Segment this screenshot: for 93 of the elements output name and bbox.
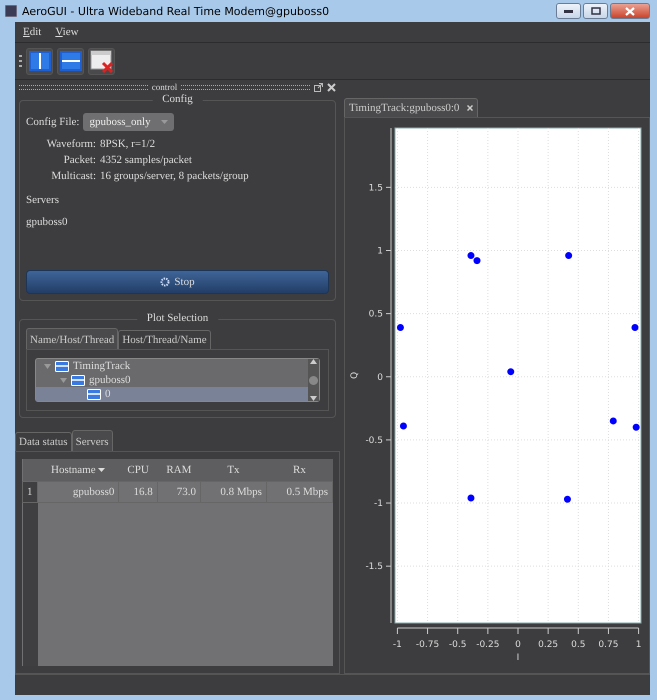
close-button[interactable] — [610, 3, 650, 19]
folder-icon — [71, 374, 85, 386]
tree-item-label: gpuboss0 — [89, 374, 131, 386]
rows-icon — [60, 51, 82, 71]
columns-icon — [28, 51, 50, 71]
field-label: Multicast: — [50, 170, 96, 182]
x-tick-label: 0.75 — [598, 640, 618, 650]
split-horizontal-button[interactable] — [57, 48, 84, 74]
maximize-button[interactable] — [583, 3, 608, 19]
data-point — [565, 252, 572, 260]
tree-item[interactable]: TimingTrack — [36, 359, 308, 373]
scroll-up-icon[interactable] — [310, 359, 317, 364]
y-tick-label: -1.5 — [365, 562, 383, 572]
close-icon[interactable] — [467, 105, 474, 111]
y-tick-label: 1.5 — [368, 183, 383, 194]
section-label: Servers — [26, 194, 60, 206]
data-point — [632, 424, 640, 431]
tree-item-label: 0 — [105, 388, 110, 400]
minimize-icon — [564, 10, 573, 12]
y-tick-label: 1 — [377, 246, 383, 256]
tab-label: TimingTrack:gpuboss0:0 — [349, 102, 460, 114]
data-point — [396, 324, 404, 332]
float-icon[interactable] — [314, 82, 323, 92]
scroll-down-icon[interactable] — [310, 396, 317, 401]
field-label: Config File: — [26, 116, 80, 128]
y-tick-label: -0.5 — [365, 436, 383, 446]
x-tick-label: 0 — [515, 640, 521, 650]
split-vertical-button[interactable] — [26, 48, 53, 74]
group-title: Plot Selection — [136, 312, 218, 324]
spinner-icon — [160, 277, 170, 287]
tab[interactable]: Servers — [72, 430, 113, 451]
window-title: AeroGUI - Ultra Wideband Real Time Modem@gpuboss0 — [22, 4, 330, 18]
tree-item-label: TimingTrack — [73, 360, 130, 372]
x-tick-label: 1 — [636, 640, 642, 650]
maximize-icon — [590, 7, 600, 15]
menu-item[interactable]: Edit — [23, 26, 42, 38]
field-value: 8PSK, r=1/2 — [100, 138, 156, 150]
y-tick-label: -1 — [374, 499, 383, 510]
close-icon[interactable] — [327, 82, 336, 92]
column-header[interactable]: Rx — [266, 459, 332, 482]
plot-tab[interactable]: TimingTrack:gpuboss0:0 — [344, 98, 478, 117]
tree-item[interactable]: 0 — [36, 387, 308, 401]
y-axis-label: Q — [350, 372, 360, 380]
app-icon — [5, 5, 17, 17]
stop-button[interactable]: Stop — [26, 270, 329, 294]
data-point — [631, 324, 638, 332]
dropdown-arrow-icon — [160, 120, 168, 124]
dock-title: control — [152, 82, 178, 92]
row-number: 1 — [22, 482, 38, 502]
field-value: 4352 samples/packet — [100, 154, 193, 166]
x-tick-label: -0.5 — [448, 640, 466, 650]
field-value: 16 groups/server, 8 packets/group — [100, 170, 250, 182]
column-header[interactable]: RAM — [157, 459, 200, 482]
close-icon — [625, 6, 635, 16]
y-tick-label: 0.5 — [368, 310, 383, 320]
group-title: Config — [152, 93, 203, 105]
x-axis-label: I — [516, 653, 520, 663]
tab[interactable]: Data status — [15, 432, 72, 451]
minimize-button[interactable] — [556, 3, 581, 19]
tab[interactable]: Name/Host/Thread — [26, 328, 118, 349]
window-delete-icon — [90, 49, 114, 73]
column-header[interactable]: Hostname — [38, 459, 119, 482]
data-point — [610, 417, 617, 424]
table-cell: 73.0 — [157, 482, 200, 502]
close-plot-button[interactable] — [88, 48, 115, 74]
x-tick-label: -0.25 — [476, 640, 500, 650]
field-label: Waveform: — [46, 138, 96, 150]
folder-icon — [87, 388, 101, 400]
column-header[interactable]: Tx — [200, 459, 266, 482]
table-cell: 0.5 Mbps — [266, 482, 332, 502]
table-cell: gpuboss0 — [38, 482, 119, 502]
scrollbar[interactable] — [308, 359, 319, 401]
tab[interactable]: Host/Thread/Name — [118, 330, 211, 349]
folder-icon — [55, 360, 69, 372]
y-tick-label: 0 — [377, 372, 383, 383]
toolbar-grip-icon[interactable] — [19, 53, 22, 69]
data-point — [467, 494, 474, 502]
table-cell: 16.8 — [118, 482, 158, 502]
data-point — [400, 422, 407, 430]
server-item: gpuboss0 — [26, 216, 69, 228]
tree-item[interactable]: gpuboss0 — [36, 373, 308, 387]
data-point — [564, 496, 571, 503]
x-tick-label: 0.25 — [538, 640, 558, 650]
x-tick-label: 0.5 — [571, 640, 586, 650]
scroll-thumb[interactable] — [309, 376, 318, 384]
field-label: Packet: — [62, 154, 96, 166]
table-cell: 0.8 Mbps — [200, 482, 266, 502]
column-header[interactable]: CPU — [118, 459, 158, 482]
x-tick-label: -1 — [392, 640, 402, 650]
config-file-dropdown[interactable]: gpuboss_only — [83, 113, 174, 131]
x-tick-label: -0.75 — [416, 640, 440, 650]
menu-item[interactable]: View — [55, 26, 79, 38]
data-point — [507, 368, 514, 376]
